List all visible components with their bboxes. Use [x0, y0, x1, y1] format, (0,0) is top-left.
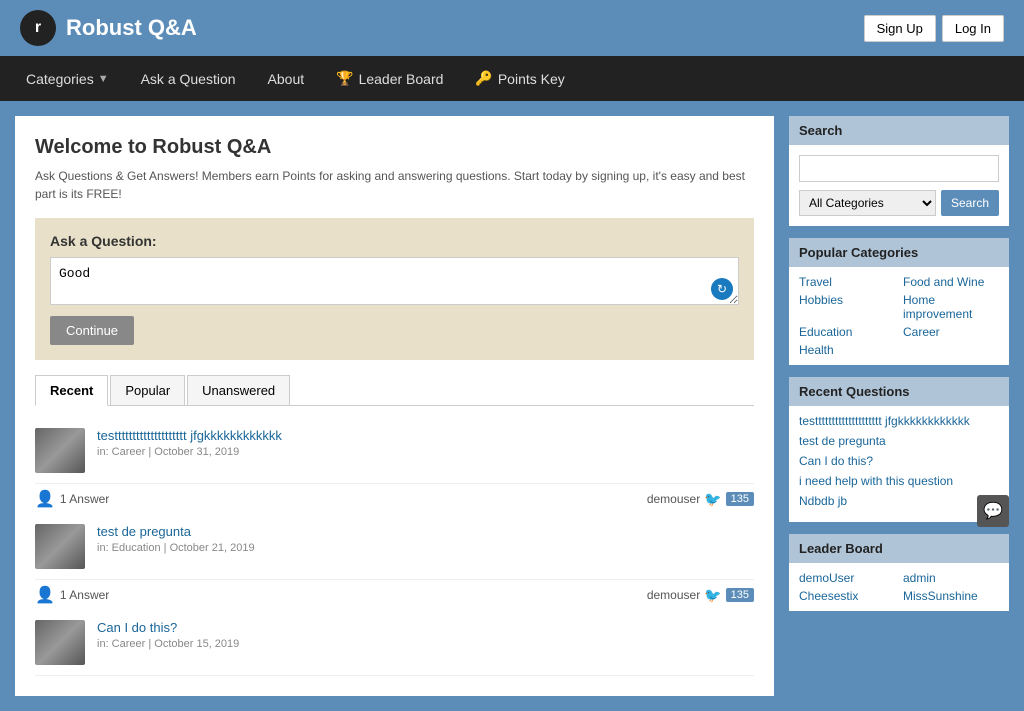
- question-item: Can I do this? in: Career | October 15, …: [35, 610, 754, 676]
- user-info: demouser 🐦 135: [647, 587, 754, 604]
- question-footer: 👤 1 Answer demouser 🐦 135: [35, 484, 754, 514]
- ask-question-input[interactable]: Good: [50, 257, 739, 305]
- question-thumbnail: [35, 428, 85, 473]
- recent-questions-title: Recent Questions: [789, 377, 1009, 406]
- question-title[interactable]: Can I do this?: [97, 620, 177, 635]
- question-meta: in: Education | October 21, 2019: [97, 542, 754, 554]
- category-health[interactable]: Health: [799, 343, 895, 357]
- recent-questions-section: Recent Questions testttttttttttttttttttt…: [789, 377, 1009, 522]
- tab-recent[interactable]: Recent: [35, 375, 108, 406]
- search-section: Search All Categories Search: [789, 116, 1009, 226]
- site-header: r Robust Q&A Sign Up Log In: [0, 0, 1024, 56]
- answer-icon: 👤: [35, 489, 55, 509]
- answer-icon: 👤: [35, 585, 55, 605]
- category-food-wine[interactable]: Food and Wine: [903, 275, 999, 289]
- site-logo: r Robust Q&A: [20, 10, 197, 46]
- leaderboard-icon: 🏆: [336, 70, 353, 87]
- content-area: Welcome to Robust Q&A Ask Questions & Ge…: [15, 116, 774, 696]
- welcome-desc: Ask Questions & Get Answers! Members ear…: [35, 167, 754, 203]
- signup-button[interactable]: Sign Up: [864, 15, 936, 42]
- categories-dropdown-icon: ▼: [98, 73, 109, 85]
- user-points: 135: [726, 492, 754, 506]
- logo-icon: r: [20, 10, 56, 46]
- search-content: All Categories Search: [789, 145, 1009, 226]
- search-row: All Categories Search: [799, 190, 999, 216]
- rq-item[interactable]: Ndbdb jb: [799, 494, 999, 508]
- user-points: 135: [726, 588, 754, 602]
- question-tabs: Recent Popular Unanswered: [35, 375, 754, 406]
- tab-popular[interactable]: Popular: [110, 375, 185, 405]
- rq-item[interactable]: testttttttttttttttttttt jfgkkkkkkkkkkkk: [799, 414, 999, 428]
- search-category-select[interactable]: All Categories: [799, 190, 936, 216]
- lb-user[interactable]: MissSunshine: [903, 589, 999, 603]
- ask-input-wrap: Good ↻: [50, 257, 739, 308]
- questions-list: testttttttttttttttttttt jfgkkkkkkkkkkkk …: [35, 418, 754, 676]
- answer-count: 👤 1 Answer: [35, 585, 109, 605]
- question-item: testttttttttttttttttttt jfgkkkkkkkkkkkk …: [35, 418, 754, 484]
- chat-symbol: 💬: [983, 501, 1003, 521]
- answer-count: 👤 1 Answer: [35, 489, 109, 509]
- lb-user[interactable]: demoUser: [799, 571, 895, 585]
- chat-icon[interactable]: 💬: [977, 495, 1009, 527]
- question-meta: in: Career | October 15, 2019: [97, 638, 754, 650]
- lb-user[interactable]: Cheesestix: [799, 589, 895, 603]
- question-thumbnail: [35, 620, 85, 665]
- leader-board-grid: demoUser admin Cheesestix MissSunshine: [789, 563, 1009, 611]
- search-input[interactable]: [799, 155, 999, 182]
- category-hobbies[interactable]: Hobbies: [799, 293, 895, 321]
- question-content: test de pregunta in: Education | October…: [97, 524, 754, 569]
- recent-questions-list: testttttttttttttttttttt jfgkkkkkkkkkkkk …: [789, 406, 1009, 522]
- question-content: testttttttttttttttttttt jfgkkkkkkkkkkkk …: [97, 428, 754, 473]
- popular-categories-section: Popular Categories Travel Food and Wine …: [789, 238, 1009, 365]
- ask-question-box: Ask a Question: Good ↻ Continue: [35, 218, 754, 360]
- user-info: demouser 🐦 135: [647, 491, 754, 508]
- search-title: Search: [789, 116, 1009, 145]
- continue-button[interactable]: Continue: [50, 316, 134, 345]
- question-footer: 👤 1 Answer demouser 🐦 135: [35, 580, 754, 610]
- header-buttons: Sign Up Log In: [864, 15, 1004, 42]
- lb-user[interactable]: admin: [903, 571, 999, 585]
- question-title[interactable]: test de pregunta: [97, 524, 191, 539]
- category-home-improvement[interactable]: Home improvement: [903, 293, 999, 321]
- main-container: Welcome to Robust Q&A Ask Questions & Ge…: [0, 101, 1024, 711]
- tab-unanswered[interactable]: Unanswered: [187, 375, 290, 405]
- rq-item[interactable]: test de pregunta: [799, 434, 999, 448]
- nav-pointskey[interactable]: 🔑 Points Key: [459, 56, 580, 101]
- leader-board-title: Leader Board: [789, 534, 1009, 563]
- category-travel[interactable]: Travel: [799, 275, 895, 289]
- question-title[interactable]: testttttttttttttttttttt jfgkkkkkkkkkkkk: [97, 428, 282, 443]
- question-item: test de pregunta in: Education | October…: [35, 514, 754, 580]
- login-button[interactable]: Log In: [942, 15, 1004, 42]
- ask-question-label: Ask a Question:: [50, 233, 739, 249]
- categories-grid: Travel Food and Wine Hobbies Home improv…: [789, 267, 1009, 365]
- question-content: Can I do this? in: Career | October 15, …: [97, 620, 754, 665]
- welcome-title: Welcome to Robust Q&A: [35, 136, 754, 159]
- user-icon: 🐦: [704, 587, 721, 604]
- main-nav: Categories ▼ Ask a Question About 🏆 Lead…: [0, 56, 1024, 101]
- nav-ask-question[interactable]: Ask a Question: [125, 57, 252, 101]
- rq-item[interactable]: Can I do this?: [799, 454, 999, 468]
- popular-categories-title: Popular Categories: [789, 238, 1009, 267]
- user-icon: 🐦: [704, 491, 721, 508]
- pointskey-icon: 🔑: [475, 70, 492, 87]
- nav-categories[interactable]: Categories ▼: [10, 57, 125, 101]
- question-meta: in: Career | October 31, 2019: [97, 446, 754, 458]
- site-title: Robust Q&A: [66, 15, 197, 41]
- question-thumbnail: [35, 524, 85, 569]
- refresh-icon[interactable]: ↻: [711, 278, 733, 300]
- leader-board-section: Leader Board demoUser admin Cheesestix M…: [789, 534, 1009, 611]
- rq-item[interactable]: i need help with this question: [799, 474, 999, 488]
- nav-about[interactable]: About: [252, 57, 321, 101]
- nav-leaderboard[interactable]: 🏆 Leader Board: [320, 56, 459, 101]
- category-education[interactable]: Education: [799, 325, 895, 339]
- sidebar: Search All Categories Search Popular Cat…: [789, 116, 1009, 696]
- search-button[interactable]: Search: [941, 190, 999, 216]
- category-career[interactable]: Career: [903, 325, 999, 339]
